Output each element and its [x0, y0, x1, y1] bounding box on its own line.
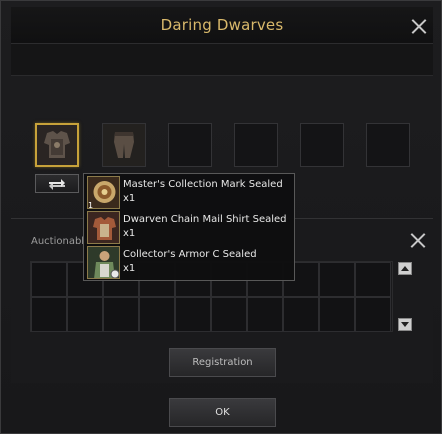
chain-mail-shirt-icon [87, 211, 120, 244]
reward-slot-empty[interactable] [168, 123, 212, 167]
swap-arrows-icon [49, 178, 65, 190]
item-name: Master's Collection Mark Sealed [123, 179, 283, 190]
reward-tooltip: 1 Master's Collection Mark Sealed x1 Dwa… [83, 173, 295, 281]
window-titlebar: Daring Dwarves [11, 7, 433, 44]
item-quantity: x1 [123, 263, 136, 274]
pants-icon [103, 124, 145, 166]
reward-slot-empty[interactable] [234, 123, 278, 167]
window-title: Daring Dwarves [160, 16, 284, 34]
close-icon[interactable] [410, 232, 426, 248]
item-quantity: x1 [123, 228, 136, 239]
grid-slot[interactable] [319, 262, 355, 297]
grid-slot[interactable] [355, 262, 391, 297]
collector-armor-icon [87, 246, 120, 279]
grid-slot[interactable] [67, 297, 103, 332]
swap-button[interactable] [35, 174, 79, 193]
grid-slot[interactable] [283, 297, 319, 332]
grid-slot[interactable] [247, 297, 283, 332]
scroll-down-button[interactable] [398, 318, 412, 331]
reward-slot-empty[interactable] [366, 123, 410, 167]
arrow-down-icon [401, 322, 409, 327]
grid-slot[interactable] [175, 297, 211, 332]
reward-slot-empty[interactable] [300, 123, 344, 167]
arrow-up-icon [401, 266, 409, 271]
scrollbar-track[interactable] [401, 277, 409, 317]
grid-slot[interactable] [319, 297, 355, 332]
item-quantity: x1 [123, 193, 136, 204]
reward-slot-pants[interactable] [102, 123, 146, 167]
registration-button[interactable]: Registration [169, 348, 276, 377]
grid-slot[interactable] [211, 297, 247, 332]
reward-slot-armor[interactable] [35, 123, 79, 167]
header-band [11, 44, 433, 76]
armor-icon [37, 125, 77, 165]
close-icon[interactable] [411, 18, 427, 34]
tooltip-item: Dwarven Chain Mail Shirt Sealed x1 [87, 211, 293, 245]
tooltip-item: 1 Master's Collection Mark Sealed x1 [87, 176, 293, 210]
scroll-up-button[interactable] [398, 262, 412, 275]
item-count: 1 [88, 201, 94, 210]
daring-dwarves-window: Daring Dwarves Auctionable Registration … [0, 0, 442, 434]
ok-button[interactable]: OK [169, 398, 276, 427]
grid-slot[interactable] [103, 297, 139, 332]
item-name: Collector's Armor C Sealed [123, 249, 257, 260]
tooltip-item: Collector's Armor C Sealed x1 [87, 246, 293, 280]
grid-slot[interactable] [139, 297, 175, 332]
grid-slot[interactable] [31, 297, 67, 332]
item-name: Dwarven Chain Mail Shirt Sealed [123, 214, 287, 225]
grid-slot[interactable] [355, 297, 391, 332]
grid-slot[interactable] [31, 262, 67, 297]
auctionable-label: Auctionable [31, 236, 91, 247]
